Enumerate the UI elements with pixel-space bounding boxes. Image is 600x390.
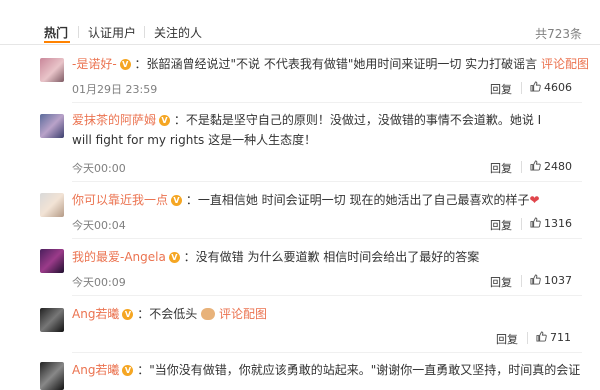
comment-text: ："当你没有做错，你就应该勇敢的站起来。"谢谢你一直勇敢又坚持，时间真的会证 (137, 363, 581, 377)
verified-badge-icon: V (122, 365, 134, 376)
reply-button[interactable]: 回复 (490, 274, 512, 290)
thumb-up-icon (536, 331, 547, 342)
comment-total-count: 共723条 (535, 27, 582, 41)
reply-button[interactable]: 回复 (496, 331, 518, 347)
avatar[interactable] (40, 114, 64, 138)
tab-separator (144, 26, 145, 38)
avatar[interactable] (40, 308, 64, 332)
like-button[interactable]: 1037 (530, 274, 572, 287)
thumb-up-icon (530, 81, 541, 92)
active-tab-indicator (44, 41, 70, 43)
thumb-up-icon (530, 274, 541, 285)
verified-badge-icon: V (171, 195, 183, 206)
divider (72, 102, 582, 103)
username[interactable]: 你可以靠近我一点 (72, 193, 168, 207)
like-count: 1037 (544, 274, 572, 287)
comment-image-link[interactable]: 评论配图 (541, 57, 589, 71)
like-count: 1316 (544, 217, 572, 230)
avatar[interactable] (40, 58, 64, 82)
tab-separator (78, 26, 79, 38)
comment-text: ：不会低头 (137, 307, 198, 321)
tab-verified[interactable]: 认证用户 (88, 24, 136, 41)
verified-badge-icon: V (119, 59, 131, 70)
comment-text: ：没有做错 为什么要道歉 相信时间会给出了最好的答案 (183, 250, 480, 264)
thumb-up-icon (530, 217, 541, 228)
comment-body: -是诺好- V ：张韶涵曾经说过"不说 不代表我有做错"她用时间来证明一切 实力打… (72, 54, 589, 74)
username[interactable]: 我的最爱-Angela (72, 250, 166, 264)
verified-badge-icon: V (168, 252, 180, 263)
like-button[interactable]: 4606 (530, 81, 572, 94)
divider (521, 82, 522, 94)
comment-time: 01月29日 23:59 (72, 83, 158, 96)
reply-button[interactable]: 回复 (490, 160, 512, 176)
divider (72, 295, 582, 296)
comment-body: 爱抹茶的阿萨姆 V ：不是黏是坚守自己的原则！没做过，没做错的事情不会道歉。她说 … (72, 110, 560, 150)
divider (72, 352, 582, 353)
heart-icon: ❤ (529, 193, 540, 207)
comment-text: ：张韶涵曾经说过"不说 不代表我有做错"她用时间来证明一切 实力打破谣言 (134, 57, 538, 71)
username[interactable]: 爱抹茶的阿萨姆 (72, 113, 156, 127)
verified-badge-icon: V (122, 309, 134, 320)
comment-image-link[interactable]: 评论配图 (219, 307, 267, 321)
username[interactable]: Ang若曦 (72, 307, 119, 321)
divider (521, 275, 522, 287)
like-button[interactable]: 1316 (530, 217, 572, 230)
divider (521, 161, 522, 173)
thumb-up-icon (530, 160, 541, 171)
comment-time: 今天00:00 (72, 162, 126, 175)
tab-hot[interactable]: 热门 (44, 24, 68, 41)
comment-body: Ang若曦 V ："当你没有做错，你就应该勇敢的站起来。"谢谢你一直勇敢又坚持，时… (72, 360, 580, 380)
comment-time: 今天00:04 (72, 219, 126, 232)
comment-body: Ang若曦 V ：不会低头 评论配图 (72, 304, 560, 324)
username[interactable]: -是诺好- (72, 57, 117, 71)
avatar[interactable] (40, 362, 64, 390)
emoji-icon (201, 308, 216, 320)
like-count: 4606 (544, 81, 572, 94)
like-button[interactable]: 2480 (530, 160, 572, 173)
divider (527, 332, 528, 344)
avatar[interactable] (40, 249, 64, 273)
avatar[interactable] (40, 193, 64, 217)
comment-body: 我的最爱-Angela V ：没有做错 为什么要道歉 相信时间会给出了最好的答案 (72, 247, 560, 267)
like-button[interactable]: 711 (536, 331, 571, 344)
divider (72, 238, 582, 239)
reply-button[interactable]: 回复 (490, 217, 512, 233)
verified-badge-icon: V (159, 115, 171, 126)
comment-time: 今天00:09 (72, 276, 126, 289)
username[interactable]: Ang若曦 (72, 363, 119, 377)
divider (521, 218, 522, 230)
reply-button[interactable]: 回复 (490, 81, 512, 97)
comment-tabs: 热门 认证用户 关注的人 共723条 (0, 0, 600, 45)
comment-body: 你可以靠近我一点 V ：一直相信她 时间会证明一切 现在的她活出了自己最喜欢的样子… (72, 190, 560, 210)
comments-panel: 热门 认证用户 关注的人 共723条 -是诺好- V ：张韶涵曾经说过"不说 不代… (0, 0, 600, 390)
tab-following[interactable]: 关注的人 (154, 24, 202, 41)
comment-text: ：一直相信她 时间会证明一切 现在的她活出了自己最喜欢的样子 (185, 193, 530, 207)
divider (72, 181, 582, 182)
like-count: 2480 (544, 160, 572, 173)
like-count: 711 (550, 331, 571, 344)
